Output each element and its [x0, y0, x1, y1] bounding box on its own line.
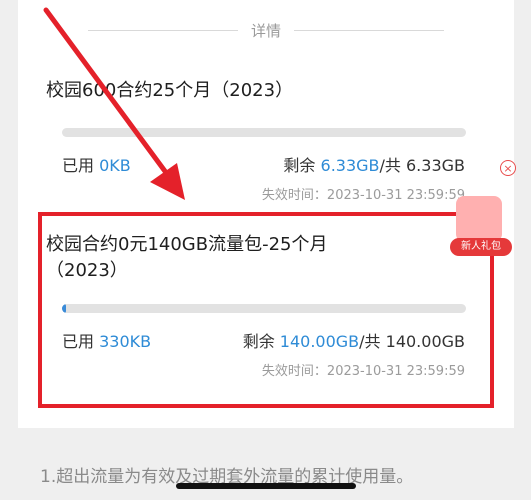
- promo-gift-badge[interactable]: 新人礼包: [450, 178, 512, 258]
- promo-label: 新人礼包: [450, 238, 512, 256]
- home-indicator[interactable]: [176, 483, 356, 489]
- close-icon[interactable]: ×: [500, 160, 516, 176]
- gift-icon: [456, 196, 502, 242]
